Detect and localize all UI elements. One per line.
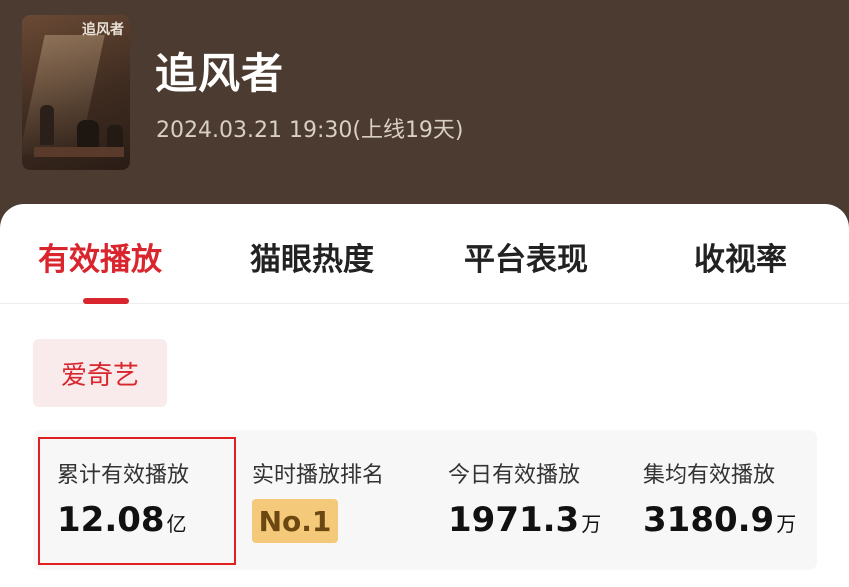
rank-badge: No.1 xyxy=(252,499,338,543)
stats-row: 累计有效播放 12.08 亿 实时播放排名 No.1 今日有效播放 1971.3 万… xyxy=(33,430,817,570)
show-header: 追风者 追风者 2024.03.21 19:30(上线19天) xyxy=(0,0,849,230)
stat-number: 1971.3 xyxy=(448,500,580,540)
tab-maoyan-heat[interactable]: 猫眼热度 xyxy=(250,234,374,279)
active-tab-indicator xyxy=(83,298,129,304)
stat-unit: 万 xyxy=(776,512,797,536)
stat-number: 3180.9 xyxy=(643,500,775,540)
stat-number: 12.08 xyxy=(57,500,165,540)
poster-figure xyxy=(40,105,54,145)
tab-platform-performance[interactable]: 平台表现 xyxy=(464,234,588,279)
stat-unit: 亿 xyxy=(166,512,187,536)
poster-title-text: 追风者 xyxy=(82,22,124,38)
platform-chip-iqiyi[interactable]: 爱奇艺 xyxy=(33,339,167,407)
stat-label: 集均有效播放 xyxy=(643,463,776,488)
tab-bar: 有效播放 猫眼热度 平台表现 收视率 xyxy=(0,204,849,304)
release-info: 2024.03.21 19:30(上线19天) xyxy=(156,118,464,143)
poster-table xyxy=(34,147,124,157)
stat-unit: 万 xyxy=(581,512,602,536)
tab-effective-plays[interactable]: 有效播放 xyxy=(38,234,162,279)
stat-label: 累计有效播放 xyxy=(57,463,190,488)
stat-label: 实时播放排名 xyxy=(252,463,385,488)
show-poster[interactable]: 追风者 xyxy=(22,15,130,170)
stats-panel: 有效播放 猫眼热度 平台表现 收视率 爱奇艺 累计有效播放 12.08 亿 实时播… xyxy=(0,204,849,587)
stat-label: 今日有效播放 xyxy=(448,463,581,488)
stat-value: 12.08 亿 xyxy=(57,500,187,540)
stat-value: 3180.9 万 xyxy=(643,500,796,540)
show-title: 追风者 xyxy=(155,49,285,98)
stat-value: 1971.3 万 xyxy=(448,500,601,540)
tab-ratings[interactable]: 收视率 xyxy=(694,234,787,279)
